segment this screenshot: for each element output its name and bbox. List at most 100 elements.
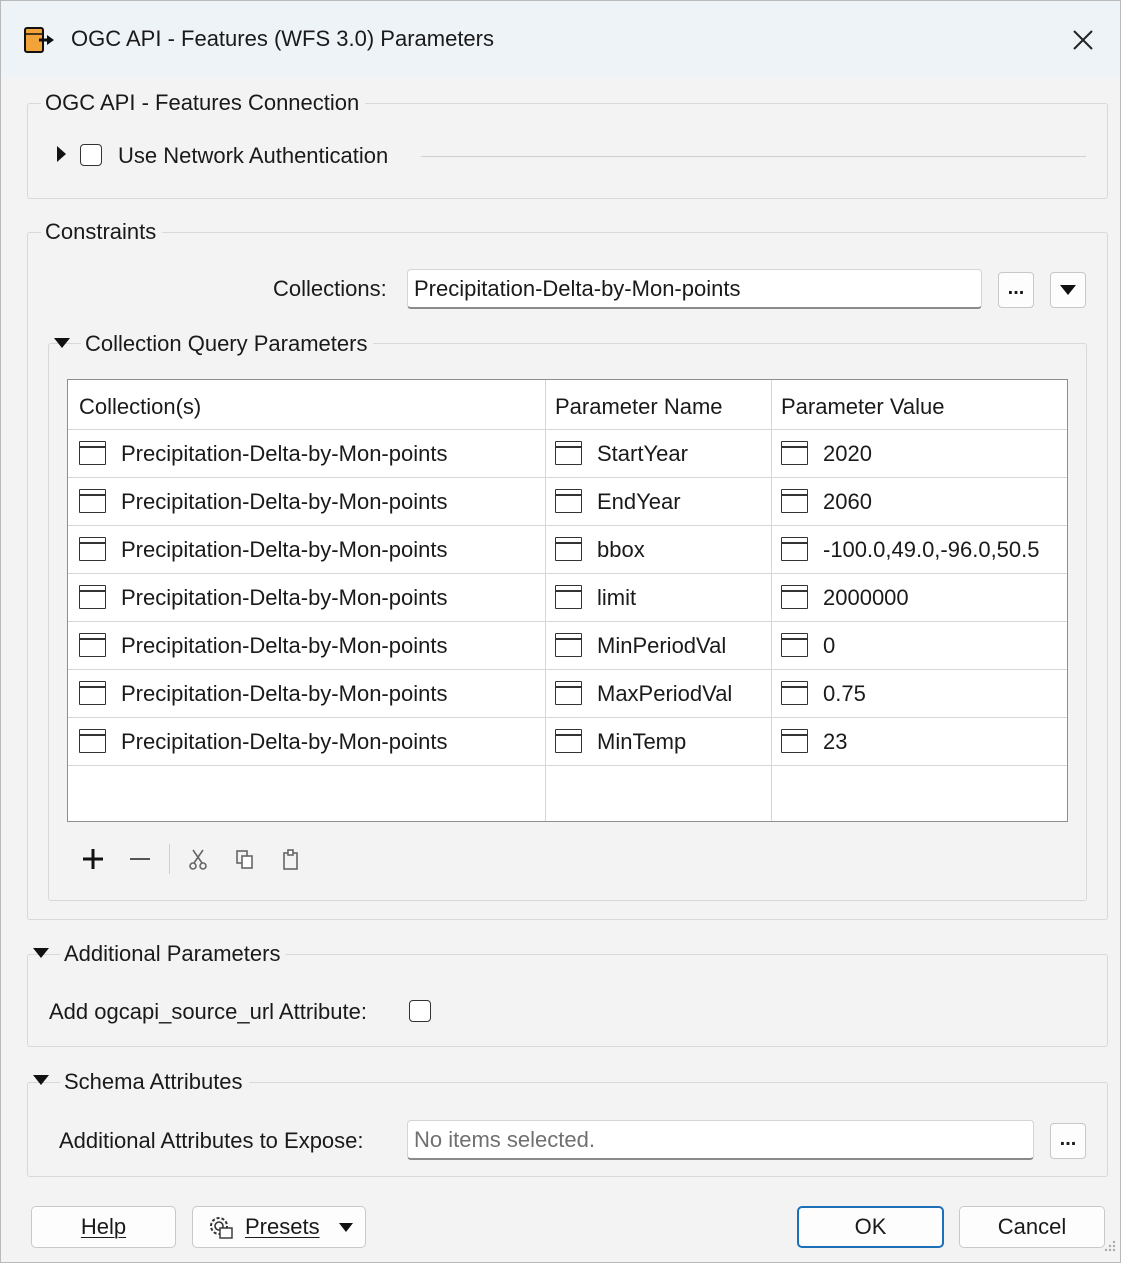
parameter-value-cell[interactable]: 2000000 <box>771 574 1067 622</box>
table-row[interactable]: Precipitation-Delta-by-Mon-points EndYea… <box>68 477 1067 525</box>
parameter-value-value: 2000000 <box>823 585 909 610</box>
text-field-icon <box>79 585 106 609</box>
network-auth-checkbox[interactable] <box>80 144 102 166</box>
parameter-name-value: MinPeriodVal <box>597 633 727 658</box>
schema-attributes-group-label: Schema Attributes <box>60 1068 249 1096</box>
presets-button[interactable]: Presets <box>192 1206 366 1248</box>
table-row[interactable]: Precipitation-Delta-by-Mon-points StartY… <box>68 429 1067 477</box>
cut-button[interactable] <box>187 847 209 877</box>
text-field-icon <box>555 633 582 657</box>
collection-value: Precipitation-Delta-by-Mon-points <box>121 537 448 562</box>
presets-gear-icon <box>210 1217 233 1239</box>
parameter-name-value: EndYear <box>597 489 681 514</box>
parameter-value-cell[interactable]: 0.75 <box>771 670 1067 718</box>
table-row[interactable]: Precipitation-Delta-by-Mon-points MaxPer… <box>68 669 1067 717</box>
text-field-icon <box>555 537 582 561</box>
parameter-value-cell[interactable]: 23 <box>771 718 1067 766</box>
empty-table-row[interactable] <box>68 765 1067 813</box>
parameter-name-value: bbox <box>597 537 645 562</box>
copy-icon <box>236 850 253 869</box>
parameter-value-value: 2060 <box>823 489 872 514</box>
parameter-name-value: MaxPeriodVal <box>597 681 733 706</box>
collection-cell[interactable]: Precipitation-Delta-by-Mon-points <box>68 478 545 526</box>
collapse-triangle-icon[interactable] <box>33 1075 49 1085</box>
collection-cell[interactable]: Precipitation-Delta-by-Mon-points <box>68 670 545 718</box>
remove-row-button[interactable] <box>128 847 152 877</box>
column-header-collection[interactable]: Collection(s) <box>79 394 201 420</box>
expand-triangle-icon[interactable] <box>57 146 66 162</box>
add-row-button[interactable] <box>81 847 105 877</box>
text-field-icon <box>79 729 106 753</box>
parameter-value-value: 0.75 <box>823 681 866 706</box>
parameter-value-cell[interactable]: 2060 <box>771 478 1067 526</box>
source-url-checkbox[interactable] <box>409 1000 431 1022</box>
minus-icon <box>130 858 150 860</box>
cancel-button[interactable]: Cancel <box>959 1206 1105 1248</box>
parameter-name-cell[interactable]: MinPeriodVal <box>545 622 771 670</box>
collection-cell[interactable]: Precipitation-Delta-by-Mon-points <box>68 526 545 574</box>
column-header-parameter-name[interactable]: Parameter Name <box>555 394 723 420</box>
collection-value: Precipitation-Delta-by-Mon-points <box>121 441 448 466</box>
table-row[interactable]: Precipitation-Delta-by-Mon-points MinTem… <box>68 717 1067 765</box>
parameter-value-cell[interactable]: -100.0,49.0,-96.0,50.5 <box>771 526 1067 574</box>
collection-value: Precipitation-Delta-by-Mon-points <box>121 681 448 706</box>
text-field-icon <box>781 681 808 705</box>
constraints-group-label: Constraints <box>41 218 163 246</box>
parameter-name-cell[interactable]: limit <box>545 574 771 622</box>
paste-button[interactable] <box>280 847 302 877</box>
additional-params-group-label: Additional Parameters <box>60 940 287 968</box>
close-icon <box>1073 30 1093 50</box>
parameter-name-value: limit <box>597 585 637 610</box>
collection-cell[interactable]: Precipitation-Delta-by-Mon-points <box>68 622 545 670</box>
text-field-icon <box>781 585 808 609</box>
text-field-icon <box>781 441 808 465</box>
text-field-icon <box>79 681 106 705</box>
copy-button[interactable] <box>234 847 256 877</box>
source-url-label: Add ogcapi_source_url Attribute: <box>49 999 367 1024</box>
parameter-name-cell[interactable]: EndYear <box>545 478 771 526</box>
text-field-icon <box>79 441 106 465</box>
expose-input[interactable]: No items selected. <box>407 1120 1034 1160</box>
table-row[interactable]: Precipitation-Delta-by-Mon-points bbox -… <box>68 525 1067 573</box>
table-row[interactable]: Precipitation-Delta-by-Mon-points limit … <box>68 573 1067 621</box>
expose-browse-button[interactable]: ... <box>1050 1123 1086 1159</box>
collections-browse-button[interactable]: ... <box>998 272 1034 308</box>
collections-dropdown-button[interactable] <box>1050 272 1086 308</box>
parameter-value-value: 0 <box>823 633 836 658</box>
collections-input[interactable]: Precipitation-Delta-by-Mon-points <box>407 269 982 309</box>
plus-icon <box>83 849 103 869</box>
parameter-name-cell[interactable]: MaxPeriodVal <box>545 670 771 718</box>
parameter-name-value: StartYear <box>597 441 688 466</box>
close-button[interactable] <box>1060 17 1106 63</box>
parameter-value-cell[interactable]: 0 <box>771 622 1067 670</box>
column-header-parameter-value[interactable]: Parameter Value <box>781 394 944 420</box>
collection-cell[interactable]: Precipitation-Delta-by-Mon-points <box>68 574 545 622</box>
parameter-name-cell[interactable]: MinTemp <box>545 718 771 766</box>
text-field-icon <box>555 441 582 465</box>
title-bar: OGC API - Features (WFS 3.0) Parameters <box>1 1 1120 77</box>
parameter-name-cell[interactable]: bbox <box>545 526 771 574</box>
collection-value: Precipitation-Delta-by-Mon-points <box>121 633 448 658</box>
text-field-icon <box>79 537 106 561</box>
paste-icon <box>283 849 298 870</box>
text-field-icon <box>79 633 106 657</box>
dialog-title: OGC API - Features (WFS 3.0) Parameters <box>71 26 494 51</box>
collapse-triangle-icon[interactable] <box>33 948 49 958</box>
query-params-table: Collection(s) Parameter Name Parameter V… <box>67 379 1068 822</box>
query-params-group-label: Collection Query Parameters <box>81 330 374 358</box>
ok-button[interactable]: OK <box>797 1206 944 1248</box>
collection-cell[interactable]: Precipitation-Delta-by-Mon-points <box>68 430 545 478</box>
table-row[interactable]: Precipitation-Delta-by-Mon-points MinPer… <box>68 621 1067 669</box>
divider <box>421 156 1086 157</box>
resize-grip-icon[interactable] <box>1102 1232 1116 1258</box>
collection-cell[interactable]: Precipitation-Delta-by-Mon-points <box>68 718 545 766</box>
network-auth-label: Use Network Authentication <box>118 143 389 168</box>
collection-value: Precipitation-Delta-by-Mon-points <box>121 585 448 610</box>
parameter-value-cell[interactable]: 2020 <box>771 430 1067 478</box>
text-field-icon <box>781 633 808 657</box>
chevron-down-icon <box>1060 285 1076 295</box>
help-button[interactable]: Help <box>31 1206 176 1248</box>
ogc-api-reader-icon <box>23 25 57 55</box>
parameter-name-cell[interactable]: StartYear <box>545 430 771 478</box>
collapse-triangle-icon[interactable] <box>54 338 70 348</box>
